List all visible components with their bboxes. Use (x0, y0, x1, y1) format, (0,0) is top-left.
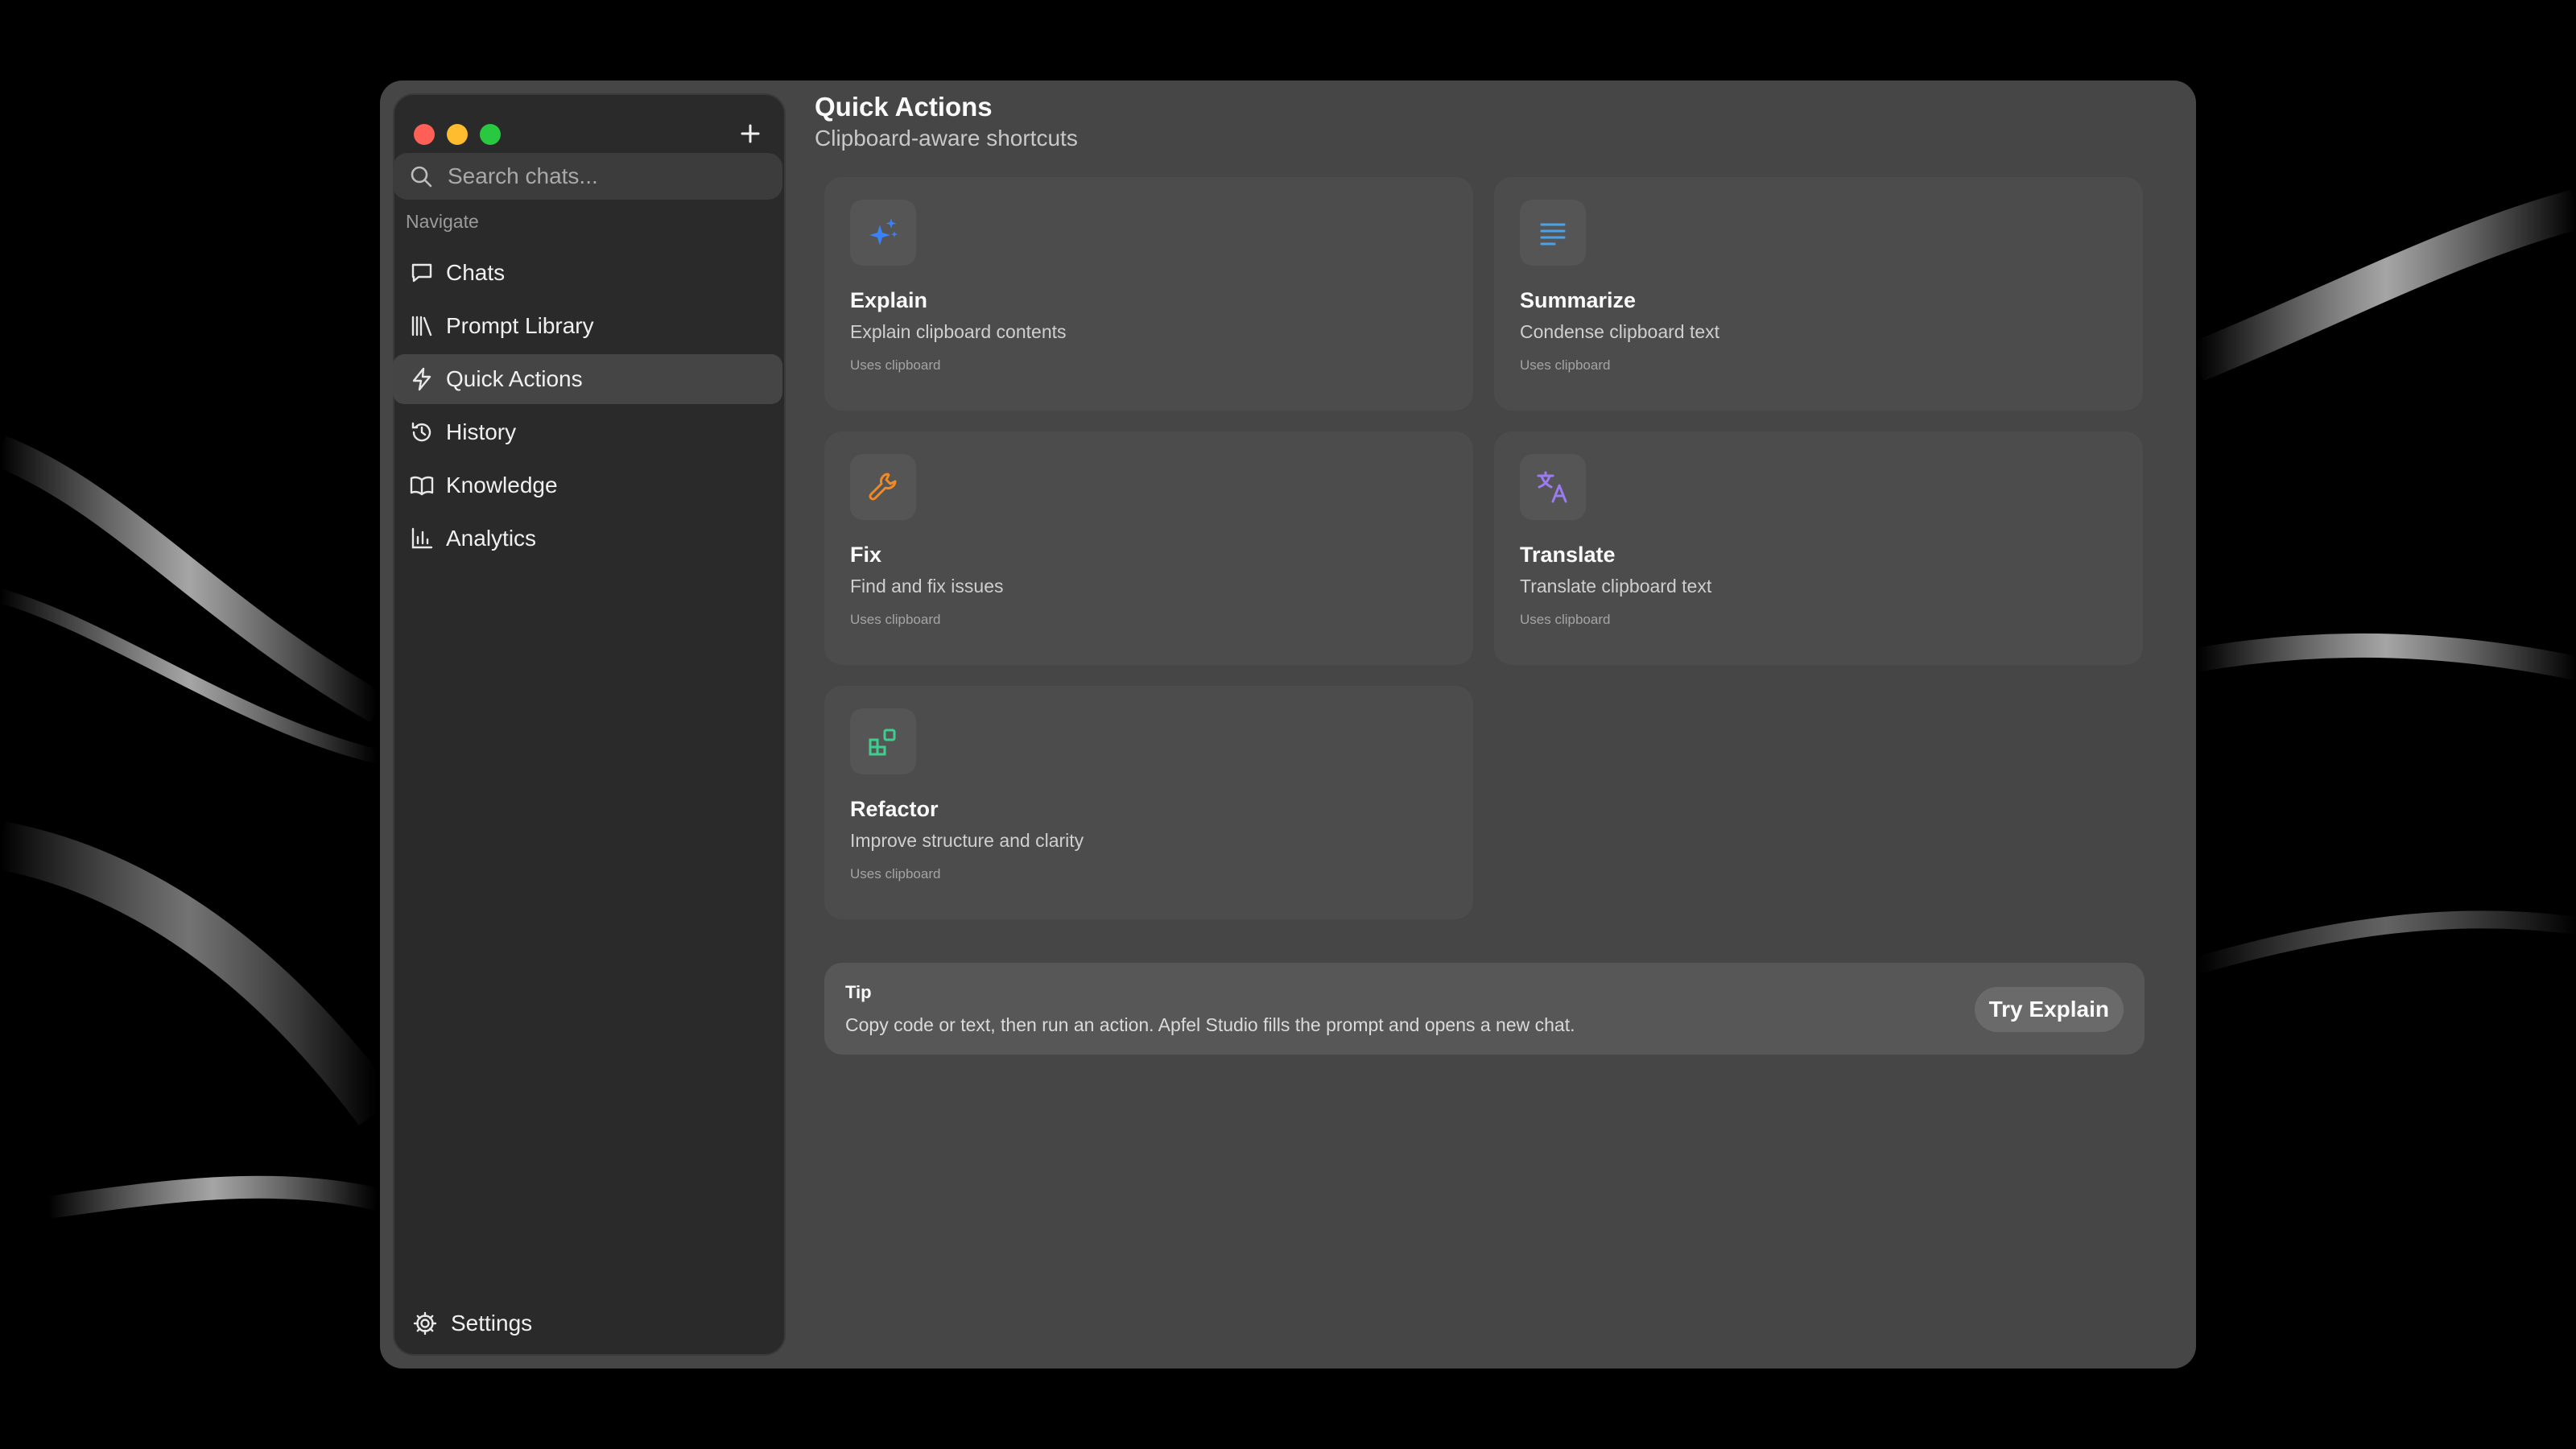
sidebar-item-label: Chats (446, 260, 506, 285)
text-lines-icon (1520, 200, 1586, 266)
app-window: Navigate Chats Prompt Library Quick Acti… (380, 80, 2196, 1368)
tip-banner: Tip Copy code or text, then run an actio… (824, 963, 2145, 1055)
sidebar-nav: Chats Prompt Library Quick Actions Histo… (393, 248, 782, 567)
search-bar[interactable] (393, 153, 782, 200)
translate-icon (1520, 454, 1586, 520)
sidebar-item-analytics[interactable]: Analytics (393, 514, 782, 564)
new-chat-button[interactable] (736, 119, 765, 148)
card-description: Explain clipboard contents (850, 321, 1067, 342)
window-controls (414, 124, 501, 145)
minimize-window-button[interactable] (447, 124, 468, 145)
action-card-fix[interactable]: Fix Find and fix issues Uses clipboard (824, 431, 1473, 665)
blocks-icon (850, 708, 916, 774)
tip-body: Copy code or text, then run an action. A… (845, 1014, 1575, 1035)
card-description: Find and fix issues (850, 576, 1004, 597)
card-title: Explain (850, 288, 928, 312)
history-icon (407, 418, 436, 447)
sidebar-item-label: Knowledge (446, 473, 558, 497)
sidebar-item-label: History (446, 419, 517, 444)
card-description: Translate clipboard text (1520, 576, 1712, 597)
main-content: Quick Actions Clipboard-aware shortcuts … (815, 80, 2196, 1368)
gear-icon (413, 1311, 437, 1335)
tip-title: Tip (845, 982, 872, 1002)
try-explain-button[interactable]: Try Explain (1974, 987, 2124, 1032)
action-card-refactor[interactable]: Refactor Improve structure and clarity U… (824, 686, 1473, 919)
bar-chart-icon (407, 524, 436, 553)
action-card-explain[interactable]: Explain Explain clipboard contents Uses … (824, 177, 1473, 411)
settings-label: Settings (451, 1311, 533, 1335)
card-description: Condense clipboard text (1520, 321, 1720, 342)
sidebar-item-label: Prompt Library (446, 313, 594, 338)
sidebar-item-chats[interactable]: Chats (393, 248, 782, 298)
card-description: Improve structure and clarity (850, 830, 1084, 851)
card-footer: Uses clipboard (1520, 612, 1611, 627)
lightning-icon (407, 365, 436, 394)
card-footer: Uses clipboard (850, 866, 941, 881)
zoom-window-button[interactable] (480, 124, 501, 145)
chat-bubble-icon (407, 258, 436, 287)
card-footer: Uses clipboard (850, 612, 941, 627)
card-title: Refactor (850, 797, 939, 821)
sidebar-item-label: Analytics (446, 526, 537, 551)
card-title: Translate (1520, 543, 1616, 567)
nav-section-label: Navigate (406, 211, 479, 232)
sparkles-icon (850, 200, 916, 266)
library-icon (407, 312, 436, 341)
plus-icon (741, 124, 760, 143)
sidebar-item-history[interactable]: History (393, 407, 782, 457)
sidebar-item-quick-actions[interactable]: Quick Actions (393, 354, 782, 404)
close-window-button[interactable] (414, 124, 435, 145)
card-title: Fix (850, 543, 882, 567)
sidebar-item-prompt-library[interactable]: Prompt Library (393, 301, 782, 351)
page-subtitle: Clipboard-aware shortcuts (815, 126, 1078, 151)
sidebar-item-knowledge[interactable]: Knowledge (393, 460, 782, 510)
page-title: Quick Actions (815, 92, 993, 122)
search-input[interactable] (446, 163, 755, 190)
wrench-icon (850, 454, 916, 520)
book-icon (407, 471, 436, 500)
card-footer: Uses clipboard (850, 357, 941, 373)
settings-button[interactable]: Settings (412, 1311, 532, 1336)
card-title: Summarize (1520, 288, 1637, 312)
card-footer: Uses clipboard (1520, 357, 1611, 373)
search-icon (411, 166, 432, 188)
sidebar-item-label: Quick Actions (446, 366, 583, 391)
action-card-translate[interactable]: Translate Translate clipboard text Uses … (1494, 431, 2143, 665)
action-card-summarize[interactable]: Summarize Condense clipboard text Uses c… (1494, 177, 2143, 411)
